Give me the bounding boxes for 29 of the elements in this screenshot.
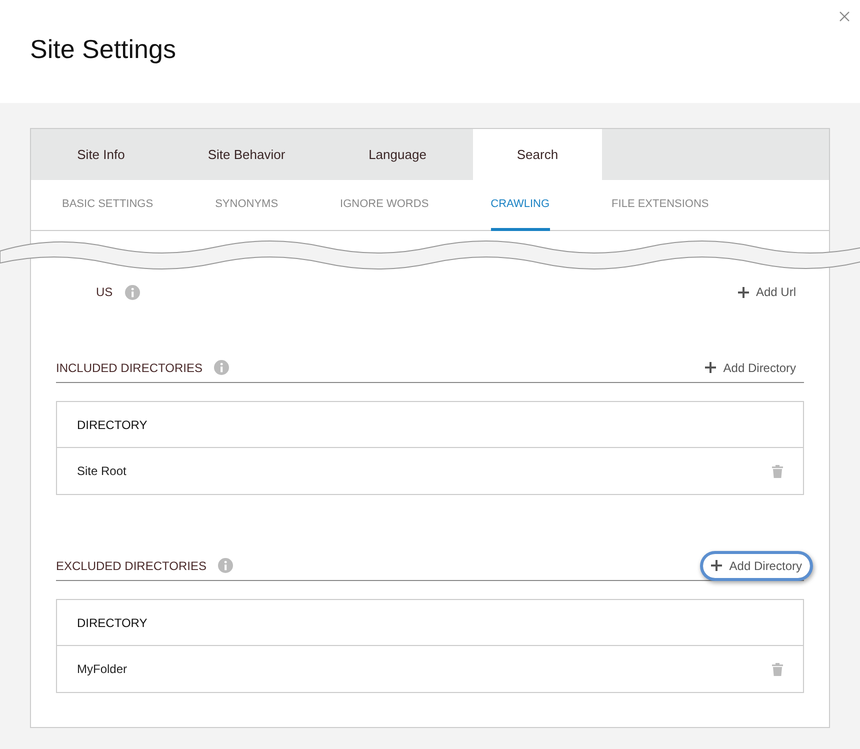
plus-icon (711, 560, 722, 571)
section-title: US (96, 284, 113, 301)
tab[interactable]: Search (473, 129, 602, 180)
info-icon[interactable] (124, 284, 140, 300)
plus-icon (705, 362, 716, 373)
info-icon[interactable] (214, 360, 230, 375)
tab[interactable]: Site Info (31, 129, 171, 180)
trash-icon[interactable] (772, 662, 783, 676)
table-cell-text: Site Root (77, 463, 126, 480)
dialog-title: Site Settings (30, 34, 177, 66)
sub-tab[interactable]: FILE EXTENSIONS (612, 180, 709, 231)
add-url-button[interactable]: Add Url (730, 280, 804, 304)
tab[interactable]: Language (322, 129, 473, 180)
add-directory-button[interactable]: Add Directory (697, 356, 804, 380)
section-title: INCLUDED DIRECTORIES (56, 360, 202, 376)
column-header: DIRECTORY (57, 402, 803, 448)
info-icon[interactable] (218, 558, 234, 573)
table-cell-text: MyFolder (77, 661, 128, 678)
sub-tab[interactable]: IGNORE WORDS (340, 180, 429, 231)
trash-icon[interactable] (772, 464, 783, 478)
sub-tab[interactable]: BASIC SETTINGS (62, 180, 154, 231)
tab[interactable]: Site Behavior (171, 129, 322, 180)
plus-icon (738, 286, 749, 298)
sub-tab[interactable]: SYNONYMS (215, 180, 278, 231)
section-title: EXCLUDED DIRECTORIES (56, 558, 206, 574)
close-icon (839, 10, 850, 22)
add-directory-button[interactable]: Add Directory (703, 554, 810, 578)
column-header: DIRECTORY (57, 600, 803, 646)
sub-tab[interactable]: CRAWLING (490, 180, 550, 231)
